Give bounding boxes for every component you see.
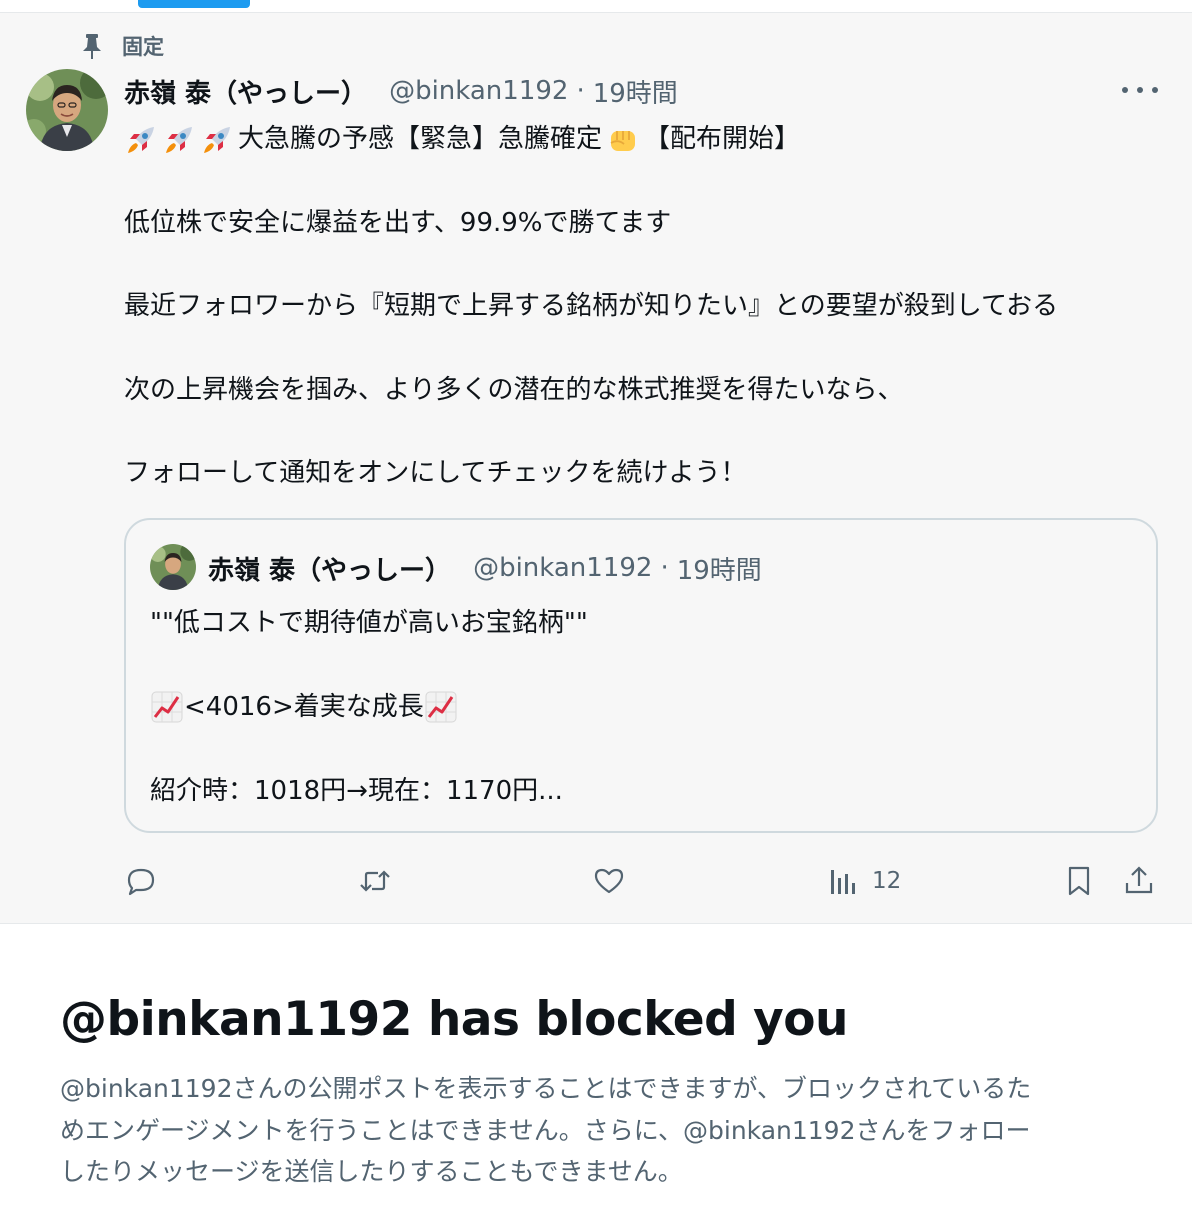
like-icon [594, 868, 624, 894]
blocked-notice: @binkan1192 has blocked you @binkan1192さ… [0, 924, 1192, 1220]
rocket-emoji [166, 126, 192, 153]
quote-author-handle[interactable]: @binkan1192 [473, 553, 652, 583]
post-body: 大急騰の予感【緊急】急騰確定 【配布開始】 低位株で安全に爆益を出す、99.9%… [124, 119, 1164, 495]
quote-stock-line: <4016>着実な成長 [150, 686, 1130, 728]
post-line: フォローして通知をオンにしてチェックを続けよう！ [124, 458, 747, 489]
share-button[interactable] [1122, 861, 1156, 901]
separator-dot: · [660, 553, 669, 583]
post-title-line: 大急騰の予感【緊急】急騰確定 【配布開始】 [124, 119, 1164, 161]
like-button[interactable] [592, 861, 626, 901]
chart-increasing-emoji [425, 691, 457, 723]
post-timestamp[interactable]: 19時間 [593, 73, 678, 110]
quote-header: 赤嶺 泰（やっしー） @binkan1192 · 19時間 [208, 550, 762, 586]
fist-emoji [610, 130, 636, 151]
bookmark-icon [1068, 866, 1090, 896]
pinned-label: 固定 [122, 35, 164, 59]
retweet-icon [360, 870, 390, 892]
blocked-desc-line: したりメッセージを送信したりすることもできません。 [60, 1157, 683, 1186]
blocked-desc-line: @binkan1192さんの公開ポストを表示することはできますが、ブロックされて… [60, 1074, 1032, 1103]
repost-button[interactable] [358, 861, 392, 901]
quote-timestamp[interactable]: 19時間 [677, 550, 762, 587]
quote-line: ""低コストで期待値が高いお宝銘柄"" [150, 608, 588, 638]
avatar[interactable] [26, 69, 108, 151]
views-count: 12 [872, 868, 902, 894]
active-tab-indicator [138, 0, 250, 8]
post-line: 最近フォロワーから『短期で上昇する銘柄が知りたい』との要望が殺到しておる [124, 291, 1059, 322]
reply-icon [127, 868, 155, 896]
quoted-post[interactable]: 赤嶺 泰（やっしー） @binkan1192 · 19時間 ""低コストで期待値… [124, 518, 1158, 833]
views-button[interactable]: 12 [826, 861, 901, 901]
bookmark-button[interactable] [1062, 861, 1096, 901]
share-icon [1125, 866, 1153, 894]
quote-author-name[interactable]: 赤嶺 泰（やっしー） [208, 550, 451, 587]
action-bar: 12 [0, 861, 1192, 901]
separator-dot: · [576, 76, 585, 106]
blocked-title: @binkan1192 has blocked you [60, 992, 849, 1047]
post-line: 低位株で安全に爆益を出す、99.9%で勝てます [124, 207, 672, 238]
reply-button[interactable] [124, 861, 158, 901]
author-name[interactable]: 赤嶺 泰（やっしー） [124, 73, 367, 110]
quote-stock-text: <4016>着実な成長 [184, 692, 424, 722]
blocked-desc-line: めエンゲージメントを行うことはできません。さらに、@binkan1192さんをフ… [60, 1115, 1031, 1145]
chart-increasing-emoji [151, 691, 183, 723]
rocket-emoji [204, 126, 230, 153]
blocked-description: @binkan1192さんの公開ポストを表示することはできますが、ブロックされて… [60, 1068, 1140, 1193]
post-title-text: 大急騰の予感【緊急】急騰確定 [238, 124, 603, 154]
quote-body: ""低コストで期待値が高いお宝銘柄"" <4016>着実な成長 紹介時：1018… [150, 602, 1130, 812]
post-header: 赤嶺 泰（やっしー） @binkan1192 · 19時間 [124, 73, 678, 109]
author-handle[interactable]: @binkan1192 [389, 76, 568, 106]
views-icon [831, 870, 855, 894]
more-icon[interactable] [1118, 77, 1162, 103]
pinned-post[interactable]: 固定 赤嶺 泰（やっしー） @binkan1192 · 19時間 大急騰の予感【… [0, 13, 1192, 924]
post-title-suffix: 【配布開始】 [644, 124, 801, 154]
post-line: 次の上昇機会を掴み、より多くの潜在的な株式推奨を得たいなら、 [124, 374, 904, 405]
rocket-emoji [128, 126, 154, 153]
top-nav-bar [0, 0, 1192, 13]
quote-avatar[interactable] [150, 544, 196, 590]
quote-line: 紹介時：1018円→現在：1170円... [150, 776, 563, 806]
pinned-label-row: 固定 [80, 31, 164, 61]
pin-icon [83, 34, 101, 59]
